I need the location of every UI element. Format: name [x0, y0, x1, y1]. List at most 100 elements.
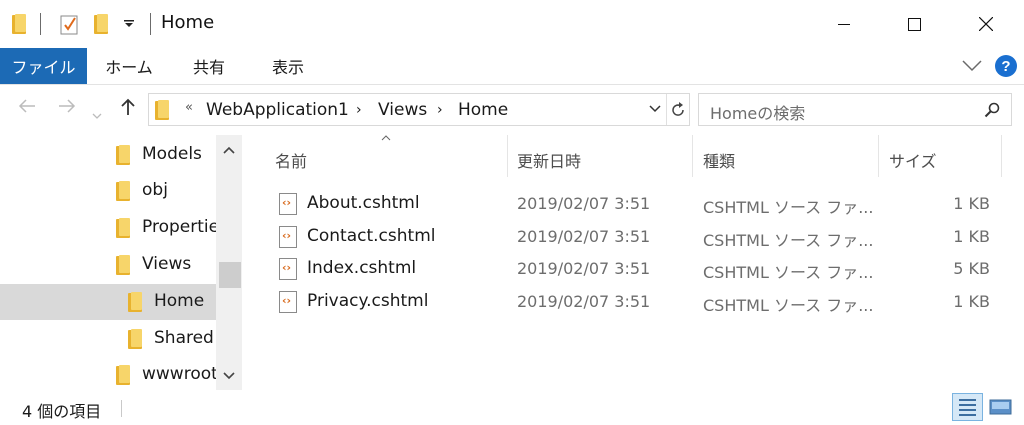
breadcrumb-separator-icon[interactable]: › [356, 102, 362, 118]
column-header-type[interactable]: 種類 [703, 148, 735, 172]
cshtml-file-icon [279, 226, 297, 248]
minimize-button[interactable] [821, 0, 867, 48]
nav-item-models[interactable]: Models [0, 137, 216, 173]
breadcrumb-home[interactable]: Home [458, 100, 508, 120]
close-icon [979, 17, 993, 31]
nav-item-obj[interactable]: obj [0, 173, 216, 209]
folder-icon [12, 14, 28, 34]
sort-ascending-icon [381, 135, 391, 141]
tab-view[interactable]: 表示 [256, 48, 320, 84]
nav-item-wwwroot[interactable]: wwwroot [0, 357, 218, 393]
file-size: 1 KB [953, 227, 990, 246]
minimize-icon [838, 24, 850, 25]
column-divider[interactable] [878, 135, 879, 177]
cshtml-file-icon [279, 193, 297, 215]
nav-item-label: obj [142, 180, 168, 200]
tab-share[interactable]: 共有 [178, 48, 240, 84]
cshtml-file-icon [279, 291, 297, 313]
file-type: CSHTML ソース ファ... [703, 263, 874, 282]
navigation-pane: Models obj Propertie Views Home Shared w… [0, 135, 243, 390]
nav-item-label: Views [142, 254, 192, 274]
folder-icon [155, 100, 171, 120]
nav-item-label: Propertie [142, 217, 216, 237]
folder-icon [116, 365, 132, 385]
back-button[interactable] [18, 98, 36, 119]
file-name: Index.cshtml [307, 258, 417, 278]
search-icon[interactable] [984, 102, 1000, 118]
column-divider[interactable] [507, 135, 508, 177]
breadcrumb-webapplication1[interactable]: WebApplication1 [206, 100, 349, 120]
title-bar: Home [0, 0, 1024, 48]
tab-file[interactable]: ファイル [0, 48, 87, 84]
table-row[interactable]: About.cshtml 2019/02/07 3:51 CSHTML ソース … [243, 188, 1024, 221]
file-modified: 2019/02/07 3:51 [517, 227, 651, 246]
overflow-chevron-icon[interactable]: « [185, 100, 193, 115]
nav-item-shared[interactable]: Shared [0, 321, 216, 357]
breadcrumb-views[interactable]: Views [378, 100, 427, 120]
column-header-size[interactable]: サイズ [889, 148, 937, 172]
details-view-icon [959, 399, 976, 416]
scroll-down-chevron-icon[interactable] [223, 372, 235, 380]
up-arrow-icon [121, 98, 135, 115]
back-arrow-icon [18, 99, 35, 113]
search-input[interactable]: Homeの検索 [710, 100, 805, 124]
nav-item-label: wwwroot [142, 364, 218, 384]
scrollbar-thumb[interactable] [219, 262, 241, 288]
file-size: 1 KB [953, 292, 990, 311]
nav-item-views[interactable]: Views [0, 247, 216, 283]
file-size: 1 KB [953, 194, 990, 213]
large-icons-view-icon [989, 399, 1012, 415]
folder-icon [128, 329, 144, 349]
table-row[interactable]: Privacy.cshtml 2019/02/07 3:51 CSHTML ソー… [243, 286, 1024, 319]
file-list: 名前 更新日時 種類 サイズ About.cshtml 2019/02/07 3… [243, 135, 1024, 390]
folder-icon [128, 292, 144, 312]
new-folder-icon[interactable] [94, 14, 110, 34]
file-type: CSHTML ソース ファ... [703, 198, 874, 217]
cshtml-file-icon [279, 258, 297, 280]
table-row[interactable]: Contact.cshtml 2019/02/07 3:51 CSHTML ソー… [243, 221, 1024, 254]
column-divider[interactable] [1001, 135, 1002, 177]
address-divider [666, 94, 667, 125]
large-icons-view-button[interactable] [986, 393, 1017, 421]
search-box[interactable]: Homeの検索 [698, 93, 1012, 126]
file-type: CSHTML ソース ファ... [703, 296, 874, 315]
close-button[interactable] [963, 0, 1009, 48]
properties-icon[interactable] [60, 13, 80, 35]
table-row[interactable]: Index.cshtml 2019/02/07 3:51 CSHTML ソース … [243, 253, 1024, 286]
address-row: « WebApplication1 › Views › Home Homeの検索 [0, 85, 1024, 135]
nav-item-label: Shared [154, 328, 214, 348]
column-header-modified[interactable]: 更新日時 [517, 148, 581, 172]
file-name: About.cshtml [307, 193, 420, 213]
folder-icon [116, 255, 132, 275]
help-icon[interactable]: ? [994, 54, 1018, 78]
address-bar[interactable]: « WebApplication1 › Views › Home [148, 93, 690, 126]
file-name: Privacy.cshtml [307, 291, 429, 311]
forward-button[interactable] [58, 98, 76, 119]
nav-item-home[interactable]: Home [0, 284, 216, 320]
nav-item-properties[interactable]: Propertie [0, 210, 216, 246]
nav-item-label: Home [154, 291, 205, 311]
file-type: CSHTML ソース ファ... [703, 231, 874, 250]
window-title: Home [161, 12, 215, 33]
title-divider [150, 13, 151, 35]
column-divider[interactable] [692, 135, 693, 177]
column-header-name[interactable]: 名前 [275, 148, 307, 172]
toolbar-divider [40, 13, 41, 35]
breadcrumb-separator-icon[interactable]: › [437, 102, 443, 118]
details-view-button[interactable] [952, 393, 983, 421]
quick-access-toolbar [12, 0, 28, 48]
refresh-icon[interactable] [669, 101, 687, 119]
address-dropdown-chevron-icon[interactable] [649, 105, 661, 113]
customize-toolbar-chevron-icon[interactable] [124, 20, 134, 28]
maximize-button[interactable] [891, 0, 937, 48]
folder-icon [116, 218, 132, 238]
recent-locations-button[interactable] [92, 104, 102, 125]
status-divider [121, 400, 122, 417]
scroll-up-chevron-icon[interactable] [223, 146, 235, 154]
up-button[interactable] [120, 98, 136, 121]
folder-icon [116, 145, 132, 165]
tab-home[interactable]: ホーム [94, 48, 164, 84]
forward-arrow-icon [59, 99, 76, 113]
file-size: 5 KB [953, 259, 990, 278]
expand-ribbon-chevron-icon[interactable] [962, 60, 982, 72]
